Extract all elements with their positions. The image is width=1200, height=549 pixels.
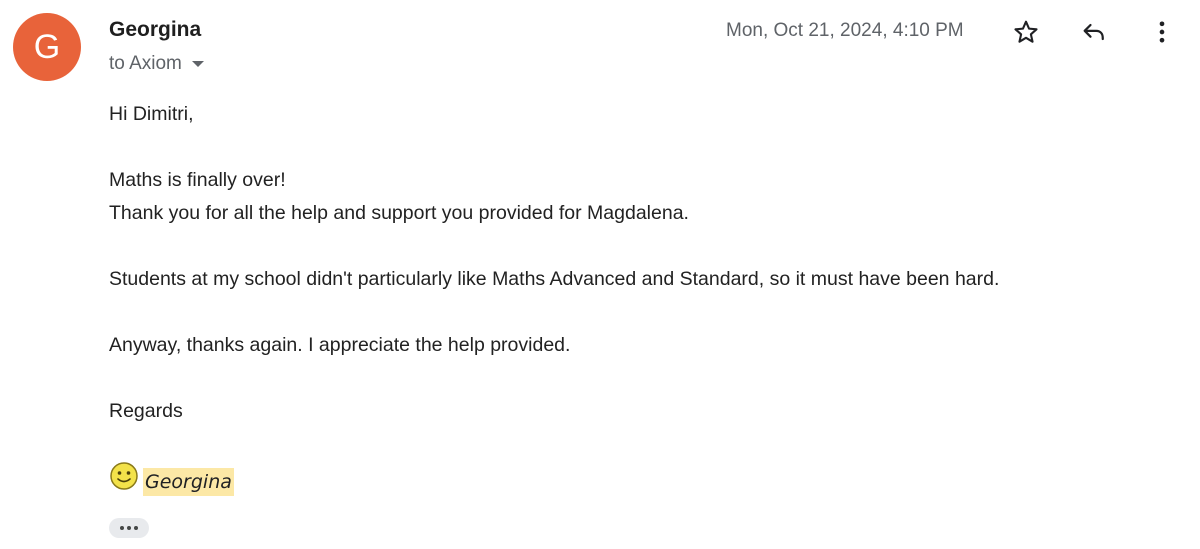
more-vert-icon bbox=[1159, 21, 1165, 43]
star-button[interactable] bbox=[1008, 14, 1044, 50]
recipient-label: to Axiom bbox=[109, 53, 182, 74]
sender-name[interactable]: Georgina bbox=[109, 16, 201, 44]
body-line: Anyway, thanks again. I appreciate the h… bbox=[109, 334, 571, 356]
reply-icon bbox=[1083, 23, 1104, 41]
show-trimmed-content-button[interactable] bbox=[109, 518, 149, 538]
signature: Georgina bbox=[109, 459, 234, 496]
smiley-icon bbox=[110, 462, 138, 490]
avatar[interactable]: G bbox=[13, 13, 81, 81]
recipient-details[interactable]: to Axiom bbox=[109, 51, 204, 77]
greeting: Hi Dimitri, bbox=[109, 103, 194, 125]
more-options-button[interactable] bbox=[1144, 14, 1180, 50]
star-icon bbox=[1014, 20, 1038, 43]
body-line: Maths is finally over! bbox=[109, 169, 286, 191]
email-timestamp: Mon, Oct 21, 2024, 4:10 PM bbox=[726, 20, 964, 41]
body-line: Students at my school didn't particularl… bbox=[109, 268, 1000, 290]
caret-down-icon[interactable] bbox=[191, 61, 204, 67]
closing: Regards bbox=[109, 400, 183, 422]
signature-name: Georgina bbox=[143, 468, 234, 496]
body-line: Thank you for all the help and support y… bbox=[109, 202, 689, 224]
ellipsis-icon bbox=[120, 526, 124, 530]
email-body: Hi Dimitri, Maths is finally over! Thank… bbox=[109, 98, 999, 428]
reply-button[interactable] bbox=[1076, 14, 1112, 50]
